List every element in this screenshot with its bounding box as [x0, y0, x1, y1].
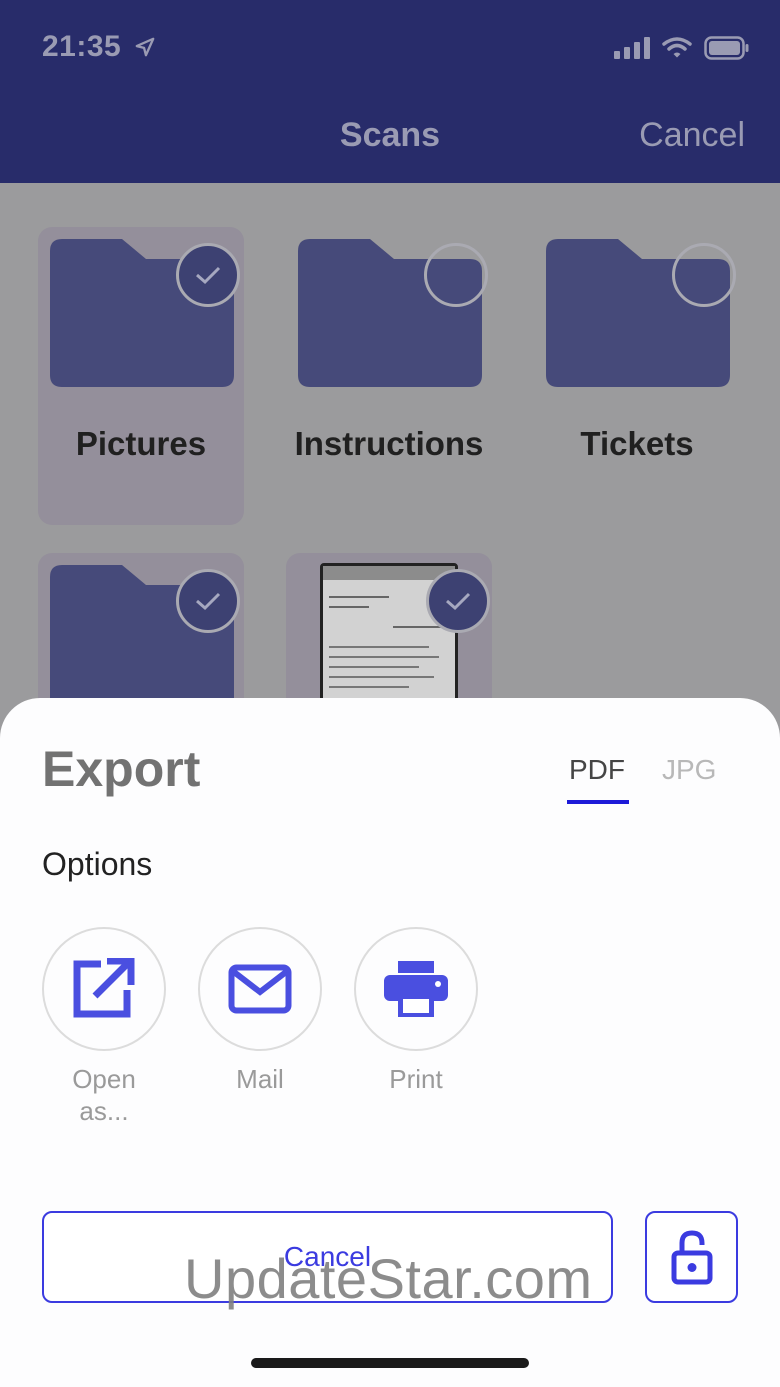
selection-circle-icon[interactable]: [424, 243, 488, 307]
home-indicator: [251, 1358, 529, 1368]
export-sheet: Export PDF JPG Options Open as... Mail P…: [0, 698, 780, 1387]
nav-header: 21:35 Scans Cancel: [0, 0, 780, 183]
wifi-icon: [662, 37, 692, 58]
grid-item-instructions[interactable]: Instructions: [286, 227, 492, 525]
battery-icon: [704, 36, 749, 60]
grid-item-tickets[interactable]: Tickets: [534, 227, 740, 525]
open-external-icon: [73, 958, 135, 1018]
sheet-title: Export: [42, 741, 201, 797]
option-print[interactable]: Print: [354, 927, 478, 1095]
option-label: Print: [389, 1064, 443, 1094]
option-label: Mail: [236, 1064, 284, 1094]
tab-pdf[interactable]: PDF: [569, 754, 625, 786]
selection-circle-icon[interactable]: [672, 243, 736, 307]
tab-jpg[interactable]: JPG: [662, 754, 716, 786]
grid-item-folder[interactable]: [38, 553, 244, 713]
active-tab-indicator: [567, 800, 629, 804]
grid-item-document[interactable]: [286, 553, 492, 713]
cellular-signal-icon: [614, 37, 650, 59]
grid-item-label: Tickets: [580, 425, 694, 462]
option-label: Open as...: [72, 1064, 136, 1126]
selection-check-icon[interactable]: [426, 569, 490, 633]
selection-check-icon[interactable]: [176, 569, 240, 633]
option-button[interactable]: [198, 927, 322, 1051]
option-button[interactable]: [354, 927, 478, 1051]
header-cancel-button[interactable]: Cancel: [639, 116, 745, 155]
options-heading: Options: [42, 846, 153, 882]
grid-item-label: Pictures: [75, 425, 207, 462]
option-button[interactable]: [42, 927, 166, 1051]
grid-item-pictures[interactable]: Pictures: [38, 227, 244, 525]
option-open-as[interactable]: Open as...: [42, 927, 166, 1127]
lock-button[interactable]: [645, 1211, 738, 1303]
grid-item-label: Instructions: [294, 425, 484, 462]
unlock-icon: [671, 1230, 712, 1285]
location-arrow-icon: [135, 37, 155, 57]
status-time: 21:35: [42, 30, 122, 63]
cancel-button[interactable]: Cancel: [42, 1211, 613, 1303]
status-icons: [614, 36, 750, 60]
option-mail[interactable]: Mail: [198, 927, 322, 1095]
mail-icon: [228, 964, 292, 1014]
selection-check-icon[interactable]: [176, 243, 240, 307]
printer-icon: [384, 961, 448, 1017]
